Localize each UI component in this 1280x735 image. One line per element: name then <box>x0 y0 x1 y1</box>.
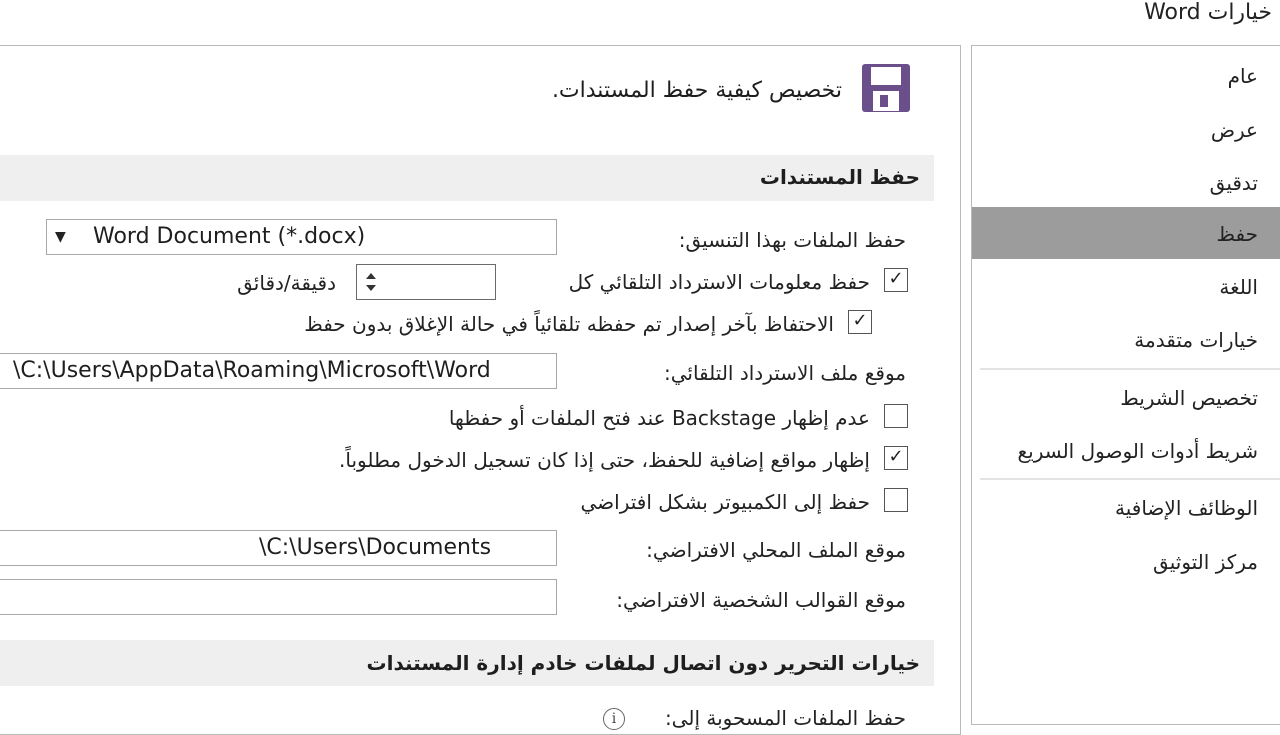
options-sidebar: عام عرض تدقيق حفظ اللغة خيارات متقدمة تخ… <box>971 45 1280 725</box>
default-local-location-input[interactable]: \C:\Users\Documents <box>0 530 557 566</box>
sidebar-item-language[interactable]: اللغة <box>1219 275 1258 299</box>
autorecover-location-label: موقع ملف الاسترداد التلقائي: <box>663 361 906 385</box>
minutes-unit-label: دقيقة/دقائق <box>237 271 336 295</box>
sidebar-item-proofing[interactable]: تدقيق <box>1210 171 1258 195</box>
save-to-computer-checkbox[interactable] <box>884 488 908 512</box>
sidebar-item-trust-center[interactable]: مركز التوثيق <box>1153 550 1258 574</box>
keep-last-autosaved-checkbox[interactable]: ✓ <box>848 310 872 334</box>
show-extra-locations-checkbox[interactable]: ✓ <box>884 446 908 470</box>
format-label: حفظ الملفات بهذا التنسيق: <box>678 228 906 252</box>
personal-templates-label: موقع القوالب الشخصية الافتراضي: <box>616 588 906 612</box>
autorecover-minutes-stepper[interactable] <box>356 264 496 300</box>
save-to-computer-label: حفظ إلى الكمبيوتر بشكل افتراضي <box>580 490 870 514</box>
checked-out-files-label: حفظ الملفات المسحوبة إلى: <box>664 706 906 730</box>
no-backstage-label: عدم إظهار Backstage عند فتح الملفات أو ح… <box>448 406 870 430</box>
section-title-offline-editing: خيارات التحرير دون اتصال لملفات خادم إدا… <box>366 651 920 675</box>
sidebar-separator <box>980 368 1280 370</box>
autorecover-location-input[interactable]: \C:\Users\AppData\Roaming\Microsoft\Word <box>0 353 557 389</box>
autorecover-checkbox[interactable]: ✓ <box>884 268 908 292</box>
sidebar-item-advanced[interactable]: خيارات متقدمة <box>1134 328 1258 352</box>
format-dropdown[interactable]: ▼ Word Document (*.docx) <box>46 219 557 255</box>
no-backstage-checkbox[interactable] <box>884 404 908 428</box>
sidebar-item-save[interactable]: حفظ <box>1217 222 1258 246</box>
default-local-location-value: \C:\Users\Documents <box>259 535 492 560</box>
section-title-save-documents: حفظ المستندات <box>759 165 920 189</box>
page-description: تخصيص كيفية حفظ المستندات. <box>551 78 842 103</box>
save-icon <box>862 64 910 112</box>
sidebar-item-display[interactable]: عرض <box>1211 118 1258 142</box>
options-main-panel <box>0 45 961 735</box>
sidebar-separator <box>980 478 1280 480</box>
window-title: خيارات Word <box>1144 0 1272 25</box>
format-dropdown-value: Word Document (*.docx) <box>93 224 366 249</box>
sidebar-item-quick-access-toolbar[interactable]: شريط أدوات الوصول السريع <box>1018 439 1259 463</box>
sidebar-item-customize-ribbon[interactable]: تخصيص الشريط <box>1120 386 1258 410</box>
spinner-arrows-icon[interactable] <box>363 269 379 295</box>
keep-last-autosaved-label: الاحتفاظ بآخر إصدار تم حفظه تلقائياً في … <box>304 312 834 336</box>
chevron-down-icon: ▼ <box>55 229 66 245</box>
default-local-location-label: موقع الملف المحلي الافتراضي: <box>646 538 906 562</box>
autorecover-location-value: \C:\Users\AppData\Roaming\Microsoft\Word <box>13 358 491 383</box>
sidebar-item-addins[interactable]: الوظائف الإضافية <box>1115 496 1258 520</box>
sidebar-item-general[interactable]: عام <box>1228 64 1258 88</box>
show-extra-locations-label: إظهار مواقع إضافية للحفظ، حتى إذا كان تس… <box>339 448 870 472</box>
personal-templates-input[interactable] <box>0 579 557 615</box>
info-icon: i <box>603 708 625 730</box>
autorecover-label: حفظ معلومات الاسترداد التلقائي كل <box>568 270 870 294</box>
